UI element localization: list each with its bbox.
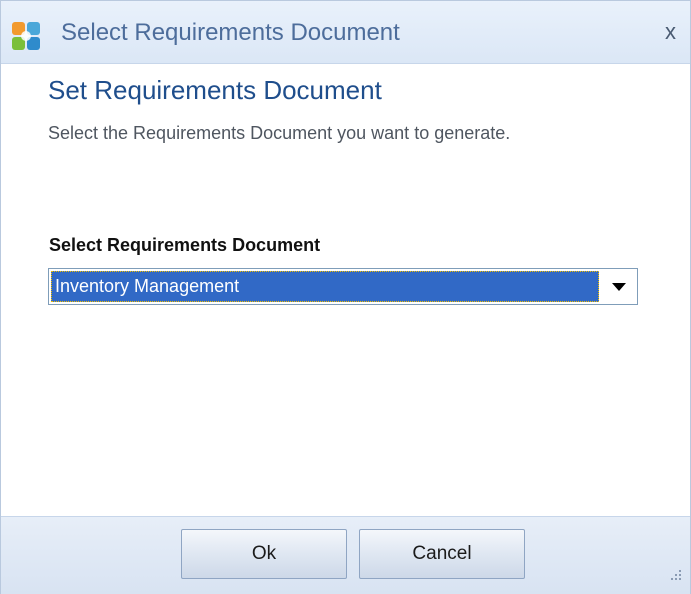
- page-title: Set Requirements Document: [48, 75, 382, 105]
- dialog-footer: Ok Cancel: [1, 516, 690, 594]
- dialog-content: Set Requirements Document Select the Req…: [1, 64, 690, 516]
- select-requirements-dialog: Select Requirements Document x Set Requi…: [0, 0, 691, 594]
- app-logo-icon: [11, 21, 41, 51]
- select-field-label: Select Requirements Document: [49, 235, 321, 255]
- selected-value[interactable]: Inventory Management: [51, 271, 599, 302]
- requirements-document-select[interactable]: Inventory Management: [48, 268, 638, 305]
- chevron-down-icon: [612, 283, 626, 291]
- window-title: Select Requirements Document: [61, 19, 400, 46]
- resize-grip-icon[interactable]: [670, 568, 682, 586]
- dropdown-button[interactable]: [602, 271, 635, 302]
- description-text: Select the Requirements Document you wan…: [48, 123, 511, 143]
- close-button[interactable]: x: [665, 19, 676, 45]
- cancel-button[interactable]: Cancel: [359, 529, 525, 579]
- ok-button[interactable]: Ok: [181, 529, 347, 579]
- title-bar[interactable]: Select Requirements Document x: [1, 1, 690, 64]
